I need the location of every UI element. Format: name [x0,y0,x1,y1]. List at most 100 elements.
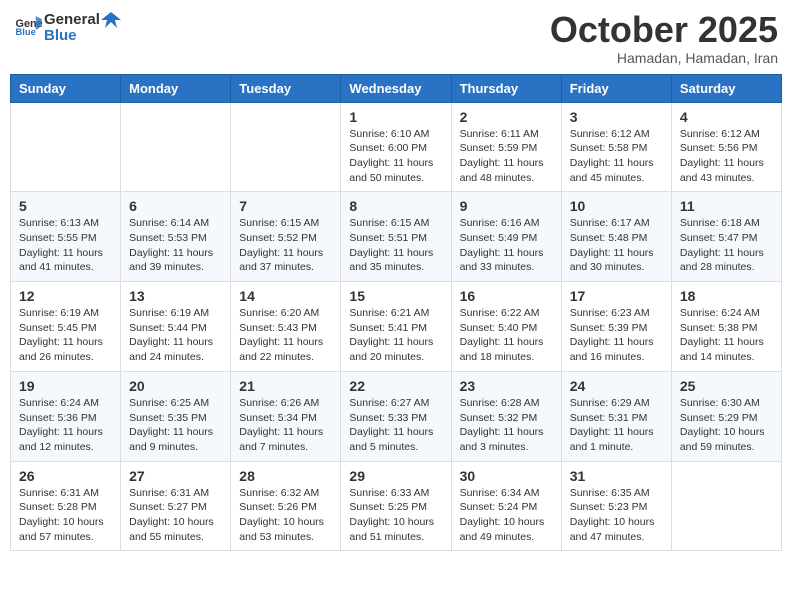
day-number: 6 [129,198,222,214]
day-cell: 4 Sunrise: 6:12 AM Sunset: 5:56 PM Daylig… [671,102,781,192]
day-number: 13 [129,288,222,304]
day-cell [671,461,781,551]
day-cell: 7Sunrise: 6:15 AM Sunset: 5:52 PM Daylig… [231,192,341,282]
weekday-header-thursday: Thursday [451,74,561,102]
logo-blue: Blue [44,28,121,45]
day-number: 1 [349,109,442,125]
day-cell [231,102,341,192]
day-number: 12 [19,288,112,304]
day-cell: 8 Sunrise: 6:15 AM Sunset: 5:51 PM Daylig… [341,192,451,282]
week-row-2: 5 Sunrise: 6:13 AM Sunset: 5:55 PM Daylig… [11,192,782,282]
day-number: 16 [460,288,553,304]
day-info: Sunrise: 6:31 AM Sunset: 5:27 PM Dayligh… [129,486,222,545]
weekday-header-sunday: Sunday [11,74,121,102]
day-number: 27 [129,468,222,484]
day-info: Sunrise: 6:12 AM Sunset: 5:58 PM Dayligh… [570,127,663,186]
day-cell: 2 Sunrise: 6:11 AM Sunset: 5:59 PM Daylig… [451,102,561,192]
day-cell: 30 Sunrise: 6:34 AM Sunset: 5:24 PM Dayli… [451,461,561,551]
day-number: 23 [460,378,553,394]
day-cell: 28Sunrise: 6:32 AM Sunset: 5:26 PM Dayli… [231,461,341,551]
day-cell: 22 Sunrise: 6:27 AM Sunset: 5:33 PM Dayli… [341,371,451,461]
day-info: Sunrise: 6:30 AM Sunset: 5:29 PM Dayligh… [680,396,773,455]
day-number: 4 [680,109,773,125]
day-info: Sunrise: 6:29 AM Sunset: 5:31 PM Dayligh… [570,396,663,455]
day-info: Sunrise: 6:34 AM Sunset: 5:24 PM Dayligh… [460,486,553,545]
logo-icon: General Blue [14,13,42,41]
day-number: 8 [349,198,442,214]
day-number: 10 [570,198,663,214]
day-info: Sunrise: 6:20 AM Sunset: 5:43 PM Dayligh… [239,306,332,365]
day-number: 5 [19,198,112,214]
day-info: Sunrise: 6:19 AM Sunset: 5:44 PM Dayligh… [129,306,222,365]
weekday-header-friday: Friday [561,74,671,102]
day-number: 9 [460,198,553,214]
day-cell: 14Sunrise: 6:20 AM Sunset: 5:43 PM Dayli… [231,282,341,372]
weekday-header-wednesday: Wednesday [341,74,451,102]
day-info: Sunrise: 6:31 AM Sunset: 5:28 PM Dayligh… [19,486,112,545]
weekday-header-saturday: Saturday [671,74,781,102]
calendar-table: SundayMondayTuesdayWednesdayThursdayFrid… [10,74,782,552]
day-info: Sunrise: 6:33 AM Sunset: 5:25 PM Dayligh… [349,486,442,545]
day-number: 24 [570,378,663,394]
day-info: Sunrise: 6:11 AM Sunset: 5:59 PM Dayligh… [460,127,553,186]
day-cell: 10Sunrise: 6:17 AM Sunset: 5:48 PM Dayli… [561,192,671,282]
day-number: 18 [680,288,773,304]
weekday-header-row: SundayMondayTuesdayWednesdayThursdayFrid… [11,74,782,102]
day-cell: 24 Sunrise: 6:29 AM Sunset: 5:31 PM Dayli… [561,371,671,461]
day-cell: 20Sunrise: 6:25 AM Sunset: 5:35 PM Dayli… [121,371,231,461]
day-number: 7 [239,198,332,214]
day-info: Sunrise: 6:22 AM Sunset: 5:40 PM Dayligh… [460,306,553,365]
day-info: Sunrise: 6:26 AM Sunset: 5:34 PM Dayligh… [239,396,332,455]
week-row-5: 26 Sunrise: 6:31 AM Sunset: 5:28 PM Dayli… [11,461,782,551]
day-info: Sunrise: 6:19 AM Sunset: 5:45 PM Dayligh… [19,306,112,365]
day-cell: 9 Sunrise: 6:16 AM Sunset: 5:49 PM Daylig… [451,192,561,282]
day-cell: 18 Sunrise: 6:24 AM Sunset: 5:38 PM Dayli… [671,282,781,372]
day-info: Sunrise: 6:16 AM Sunset: 5:49 PM Dayligh… [460,216,553,275]
day-cell: 12 Sunrise: 6:19 AM Sunset: 5:45 PM Dayli… [11,282,121,372]
weekday-header-monday: Monday [121,74,231,102]
page-header: General Blue General Blue October 2025 H… [10,10,782,66]
day-info: Sunrise: 6:24 AM Sunset: 5:38 PM Dayligh… [680,306,773,365]
day-info: Sunrise: 6:27 AM Sunset: 5:33 PM Dayligh… [349,396,442,455]
day-info: Sunrise: 6:28 AM Sunset: 5:32 PM Dayligh… [460,396,553,455]
day-cell: 17Sunrise: 6:23 AM Sunset: 5:39 PM Dayli… [561,282,671,372]
day-number: 22 [349,378,442,394]
day-number: 2 [460,109,553,125]
logo-text: General Blue [44,10,121,45]
day-cell: 29Sunrise: 6:33 AM Sunset: 5:25 PM Dayli… [341,461,451,551]
week-row-3: 12 Sunrise: 6:19 AM Sunset: 5:45 PM Dayli… [11,282,782,372]
day-info: Sunrise: 6:12 AM Sunset: 5:56 PM Dayligh… [680,127,773,186]
day-number: 20 [129,378,222,394]
day-info: Sunrise: 6:13 AM Sunset: 5:55 PM Dayligh… [19,216,112,275]
weekday-header-tuesday: Tuesday [231,74,341,102]
day-info: Sunrise: 6:14 AM Sunset: 5:53 PM Dayligh… [129,216,222,275]
day-cell: 11Sunrise: 6:18 AM Sunset: 5:47 PM Dayli… [671,192,781,282]
day-cell: 1 Sunrise: 6:10 AM Sunset: 6:00 PM Daylig… [341,102,451,192]
day-number: 17 [570,288,663,304]
day-cell: 13 Sunrise: 6:19 AM Sunset: 5:44 PM Dayli… [121,282,231,372]
logo-general: General [44,12,100,29]
day-number: 26 [19,468,112,484]
day-cell [11,102,121,192]
day-cell: 23 Sunrise: 6:28 AM Sunset: 5:32 PM Dayli… [451,371,561,461]
day-cell: 31Sunrise: 6:35 AM Sunset: 5:23 PM Dayli… [561,461,671,551]
day-info: Sunrise: 6:15 AM Sunset: 5:51 PM Dayligh… [349,216,442,275]
day-cell: 26 Sunrise: 6:31 AM Sunset: 5:28 PM Dayli… [11,461,121,551]
title-block: October 2025 Hamadan, Hamadan, Iran [550,10,778,66]
day-cell: 19Sunrise: 6:24 AM Sunset: 5:36 PM Dayli… [11,371,121,461]
day-cell: 16 Sunrise: 6:22 AM Sunset: 5:40 PM Dayli… [451,282,561,372]
day-number: 11 [680,198,773,214]
logo-bird-icon [101,10,121,30]
day-number: 15 [349,288,442,304]
day-number: 30 [460,468,553,484]
day-cell: 6 Sunrise: 6:14 AM Sunset: 5:53 PM Daylig… [121,192,231,282]
day-number: 19 [19,378,112,394]
day-cell: 21Sunrise: 6:26 AM Sunset: 5:34 PM Dayli… [231,371,341,461]
day-cell: 27 Sunrise: 6:31 AM Sunset: 5:27 PM Dayli… [121,461,231,551]
day-info: Sunrise: 6:21 AM Sunset: 5:41 PM Dayligh… [349,306,442,365]
month-title: October 2025 [550,10,778,50]
day-info: Sunrise: 6:10 AM Sunset: 6:00 PM Dayligh… [349,127,442,186]
week-row-1: 1 Sunrise: 6:10 AM Sunset: 6:00 PM Daylig… [11,102,782,192]
logo: General Blue General Blue [14,10,121,45]
day-number: 31 [570,468,663,484]
